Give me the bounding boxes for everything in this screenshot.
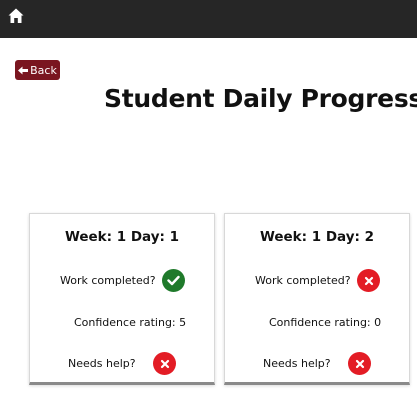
home-icon[interactable]	[7, 7, 25, 25]
card-title: Week: 1 Day: 1	[64, 229, 180, 245]
progress-card: Week: 1 Day: 1 Work completed? Confidenc…	[29, 213, 215, 385]
x-icon	[357, 269, 380, 292]
back-button[interactable]: Back	[15, 60, 60, 80]
arrow-left-icon	[18, 66, 29, 75]
back-button-label: Back	[30, 63, 57, 77]
confidence-rating: Confidence rating: 0	[269, 316, 382, 329]
x-icon	[153, 352, 176, 375]
needs-help-label: Needs help?	[263, 357, 331, 370]
card-title: Week: 1 Day: 2	[259, 229, 375, 245]
x-icon	[348, 352, 371, 375]
page-title: Student Daily Progress	[104, 84, 417, 113]
progress-card: Week: 1 Day: 2 Work completed? Confidenc…	[224, 213, 410, 385]
work-completed-label: Work completed?	[255, 274, 351, 287]
check-icon	[162, 269, 185, 292]
work-completed-label: Work completed?	[60, 274, 156, 287]
top-navbar	[0, 0, 417, 38]
needs-help-label: Needs help?	[68, 357, 136, 370]
confidence-rating: Confidence rating: 5	[74, 316, 187, 329]
